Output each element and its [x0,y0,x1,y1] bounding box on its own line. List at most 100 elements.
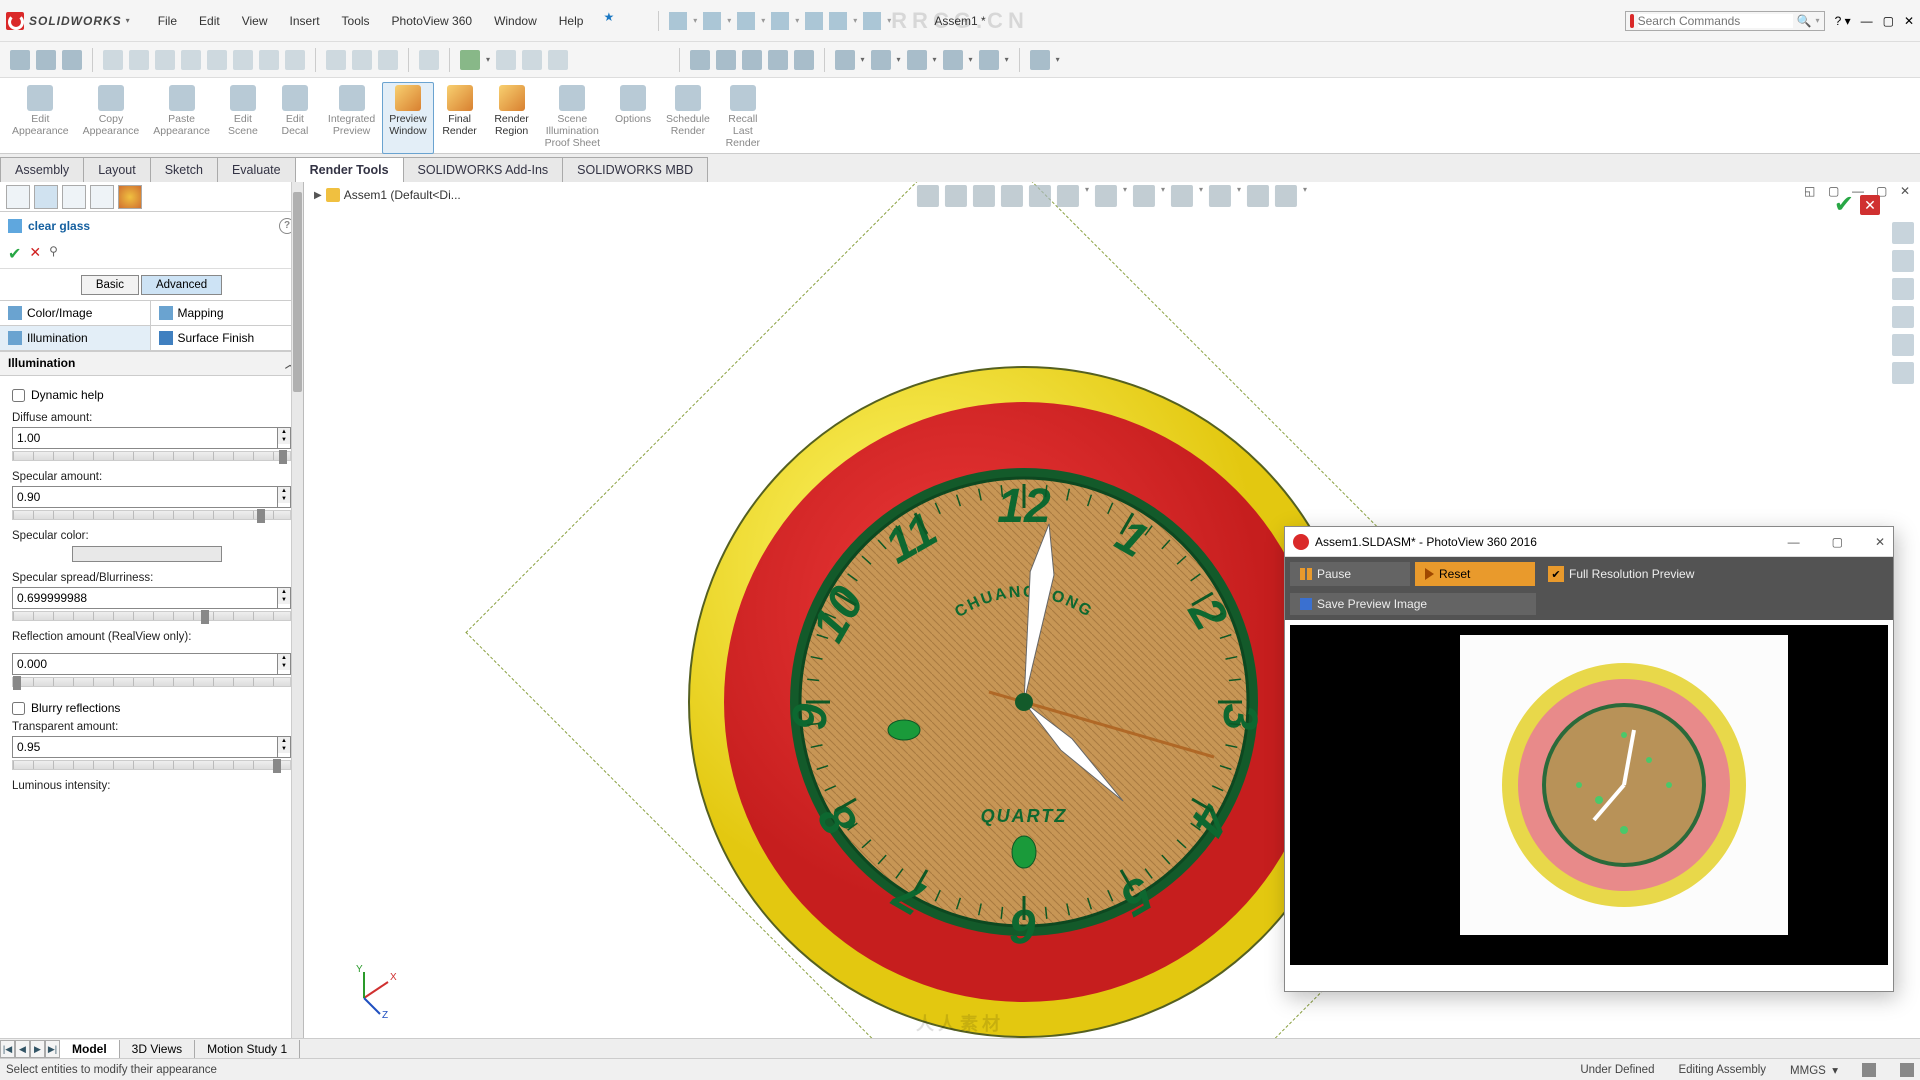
blur-up-icon[interactable]: ▲ [278,588,290,596]
illumination-section-header[interactable]: Illumination︿ [0,351,303,376]
tool-icon-5[interactable] [129,50,149,70]
bottom-tab-motion-study-1[interactable]: Motion Study 1 [195,1040,300,1058]
bottom-tab-model[interactable]: Model [60,1040,120,1058]
tool-icon-7[interactable] [181,50,201,70]
blur-slider[interactable] [12,611,291,621]
tool-icon-4[interactable] [103,50,123,70]
taskpane-home-icon[interactable] [1892,222,1914,244]
tab-render-tools[interactable]: Render Tools [295,157,404,182]
photoview-window[interactable]: Assem1.SLDASM* - PhotoView 360 2016 — ▢ … [1284,526,1894,992]
trans-input[interactable] [12,736,278,758]
taskpane-search-icon[interactable] [1892,278,1914,300]
tool-icon-6[interactable] [155,50,175,70]
first-tab-icon[interactable]: |◀ [0,1040,15,1058]
panel-scrollbar[interactable] [291,182,303,1038]
last-tab-icon[interactable]: ▶| [45,1040,60,1058]
ribbon-render[interactable]: RenderRegion [487,83,537,153]
config-tab-icon[interactable] [62,185,86,209]
pv-reset-button[interactable]: Reset [1415,562,1535,586]
view-tool-9[interactable] [943,50,963,70]
monitor-icon[interactable] [1030,50,1050,70]
pv-close-icon[interactable]: ✕ [1875,535,1885,549]
breadcrumb[interactable]: ▶ Assem1 (Default<Di... [314,188,461,202]
section-view-icon[interactable] [1001,185,1023,207]
tab-evaluate[interactable]: Evaluate [217,157,296,182]
view-tool-4[interactable] [768,50,788,70]
tool-icon-2[interactable] [36,50,56,70]
tool-icon-11[interactable] [285,50,305,70]
vp-close-icon[interactable]: ✕ [1900,184,1914,198]
open-icon[interactable] [703,12,721,30]
taskpane-library-icon[interactable] [1892,250,1914,272]
appearance-tab-icon[interactable] [118,185,142,209]
taskpane-custom-icon[interactable] [1892,362,1914,384]
pv-minimize-icon[interactable]: — [1788,535,1800,549]
menu-view[interactable]: View [232,10,278,32]
blur-down-icon[interactable]: ▼ [278,596,290,604]
tool-icon-16[interactable] [460,50,480,70]
trans-up-icon[interactable]: ▲ [278,737,290,745]
trans-slider[interactable] [12,760,291,770]
help-icon[interactable]: ? ▾ [1835,14,1851,28]
pv-titlebar[interactable]: Assem1.SLDASM* - PhotoView 360 2016 — ▢ … [1285,527,1893,557]
menu-window[interactable]: Window [484,10,547,32]
tool-icon-8[interactable] [207,50,227,70]
view-orient-icon[interactable] [1029,185,1051,207]
pv-pause-button[interactable]: Pause [1290,562,1410,586]
ribbon-final[interactable]: FinalRender [435,83,485,153]
menu-help[interactable]: Help [549,10,594,32]
subtab-surface[interactable]: Surface Finish [150,325,302,351]
next-tab-icon[interactable]: ▶ [30,1040,45,1058]
pin-menu-icon[interactable]: ★ [603,10,614,32]
dynamic-help-check[interactable] [12,389,25,402]
tab-layout[interactable]: Layout [83,157,151,182]
specular-down-icon[interactable]: ▼ [278,495,290,503]
menu-photoview[interactable]: PhotoView 360 [382,10,483,32]
menu-tools[interactable]: Tools [332,10,380,32]
specular-slider[interactable] [12,510,291,520]
menu-insert[interactable]: Insert [280,10,330,32]
view-tool-1[interactable] [690,50,710,70]
refl-slider[interactable] [12,677,291,687]
bottom-tab-3d-views[interactable]: 3D Views [120,1040,195,1058]
diffuse-slider[interactable] [12,451,291,461]
view-tool-8[interactable] [907,50,927,70]
view-tool-2[interactable] [716,50,736,70]
accept-icon[interactable]: ✔ [8,244,21,264]
display-style-icon[interactable] [1057,185,1079,207]
print-icon[interactable] [771,12,789,30]
subtab-illumination[interactable]: Illumination [0,325,151,351]
refl-up-icon[interactable]: ▲ [278,654,290,662]
taskpane-appearance-icon[interactable] [1892,334,1914,356]
tool-icon-18[interactable] [522,50,542,70]
pv-fullres-check[interactable]: ✔Full Resolution Preview [1540,562,1702,586]
search-icon[interactable]: 🔍 [1797,14,1812,28]
clock-model[interactable]: 121 23 45 67 89 1011 CHUANGRONG QUARTZ [684,362,1364,1038]
close-icon[interactable]: ✕ [1904,14,1914,28]
zoom-area-icon[interactable] [945,185,967,207]
status-units[interactable]: MMGS ▾ [1790,1063,1838,1077]
orientation-triad[interactable]: X Y Z [344,964,398,1018]
diffuse-up-icon[interactable]: ▲ [278,428,290,436]
dimx-tab-icon[interactable] [90,185,114,209]
confirm-ok-icon[interactable]: ✔ [1834,190,1854,219]
zoom-fit-icon[interactable] [917,185,939,207]
minimize-icon[interactable]: — [1861,14,1873,28]
pushpin-icon[interactable]: ⚲ [49,244,58,264]
view-tool-3[interactable] [742,50,762,70]
refl-down-icon[interactable]: ▼ [278,662,290,670]
subtab-color[interactable]: Color/Image [0,300,151,326]
maximize-icon[interactable]: ▢ [1883,14,1894,28]
vp-collapse-icon[interactable]: ◱ [1804,184,1818,198]
search-input[interactable] [1638,14,1793,28]
blur-input[interactable] [12,587,278,609]
view-tool-a-icon[interactable] [1247,185,1269,207]
new-icon[interactable] [669,12,687,30]
view-settings-icon[interactable] [1209,185,1231,207]
view-tool-7[interactable] [871,50,891,70]
status-icon-1[interactable] [1862,1063,1876,1077]
rebuild-icon[interactable] [829,12,847,30]
refl-input[interactable] [12,653,278,675]
tool-icon-17[interactable] [496,50,516,70]
reject-icon[interactable]: ✕ [29,244,41,264]
